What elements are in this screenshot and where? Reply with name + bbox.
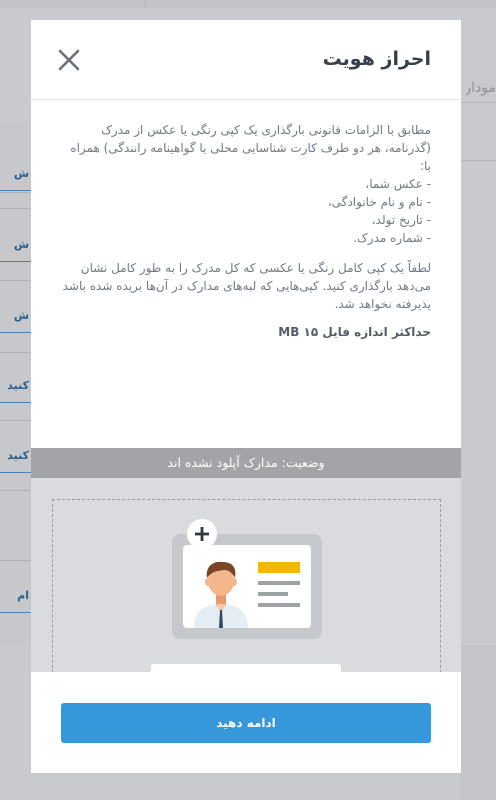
requirement-item: - عکس شما، (365, 177, 431, 191)
modal-footer: ادامه دهید (31, 672, 461, 773)
background-right-text: مودار (466, 80, 496, 96)
background-divider (0, 192, 31, 193)
verify-identity-modal: احراز هویت مطابق با الزامات قانونی بارگذ… (31, 20, 461, 773)
background-panel (460, 645, 496, 800)
background-button: کنید (0, 370, 31, 403)
instructions: مطابق با الزامات قانونی بارگذاری یک کپی … (61, 121, 431, 341)
background-divider (0, 420, 31, 421)
modal-header: احراز هویت (31, 20, 461, 100)
background-divider (0, 280, 31, 281)
requirement-item: - شماره مدرک. (353, 231, 431, 245)
background-button: ش (0, 158, 31, 191)
max-file-size: حداکثر اندازه فایل ۱۵ MB (278, 325, 431, 339)
continue-button[interactable]: ادامه دهید (61, 703, 431, 743)
requirement-item: - نام و نام خانوادگی، (327, 195, 431, 209)
close-icon (58, 49, 80, 71)
background-button: ام (0, 580, 31, 613)
instructions-note: لطفاً یک کپی کامل رنگی یا عکسی که کل مدر… (62, 261, 431, 311)
background-divider (0, 352, 31, 353)
modal-title: احراز هویت (322, 48, 431, 70)
background-button: ش (0, 229, 31, 262)
id-card-icon (172, 534, 322, 639)
add-badge (187, 519, 217, 549)
background-button: ش (0, 300, 31, 333)
upload-status-bar: وضعیت: مدارک آپلود نشده اند (31, 448, 461, 478)
background-divider (0, 490, 31, 491)
background-divider (460, 160, 496, 161)
background-button: کنید (0, 440, 31, 473)
background-divider (460, 102, 496, 103)
close-button[interactable] (57, 48, 81, 72)
background-divider (0, 560, 31, 561)
background-divider (0, 208, 31, 209)
plus-icon (195, 527, 209, 541)
background-topbar (0, 0, 496, 8)
instructions-intro: مطابق با الزامات قانونی بارگذاری یک کپی … (70, 123, 431, 173)
requirement-item: - تاریخ تولد، (371, 213, 431, 227)
requirements-list: - عکس شما، - نام و نام خانوادگی، - تاریخ… (61, 175, 431, 247)
